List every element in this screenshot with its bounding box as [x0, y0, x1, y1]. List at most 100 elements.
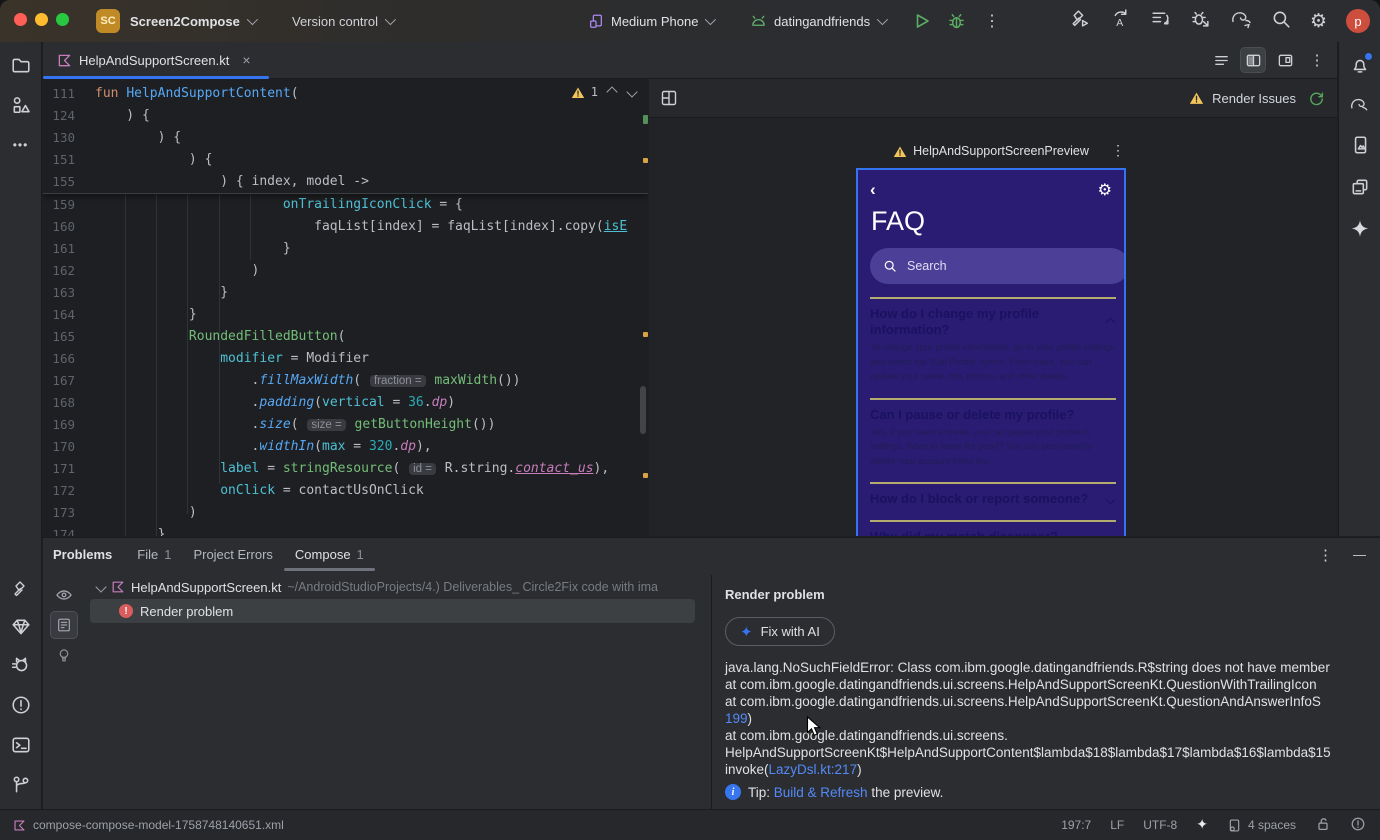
code-line-166[interactable]: 166 modifier = Modifier	[43, 348, 648, 370]
code-line-169[interactable]: 169 .size( size = getButtonHeight())	[43, 414, 648, 436]
code-line-171[interactable]: 171 label = stringResource( id = R.strin…	[43, 458, 648, 480]
code-editor[interactable]: 111 fun HelpAndSupportContent(124 ) {130 …	[43, 79, 648, 536]
code-line-111[interactable]: 111 fun HelpAndSupportContent(	[43, 83, 648, 105]
settings-gear-icon[interactable]: ⚙	[1310, 11, 1327, 31]
indent-setting[interactable]: 4 spaces	[1227, 818, 1296, 833]
faq-question[interactable]: How do I block or report someone?	[870, 491, 1116, 507]
code-line-168[interactable]: 168 .padding(vertical = 36.dp)	[43, 392, 648, 414]
preview-title-row[interactable]: HelpAndSupportScreenPreview	[856, 144, 1126, 158]
caret-position[interactable]: 197:7	[1061, 818, 1091, 832]
source-link[interactable]: LazyDsl.kt:217	[769, 762, 858, 777]
tab-file[interactable]: File 1	[137, 547, 171, 562]
build-tool-icon[interactable]	[6, 574, 36, 604]
editor-view-split-icon[interactable]	[1240, 47, 1266, 73]
statusbar-file[interactable]: compose-compose-model-1758748140651.xml	[0, 818, 284, 832]
faq-question[interactable]: Can I pause or delete my profile?	[870, 407, 1116, 423]
code-line-160[interactable]: 160 faqList[index] = faqList[index].copy…	[43, 216, 648, 238]
gradle-tool-icon[interactable]	[1345, 90, 1375, 120]
code-line-151[interactable]: 151 ) {	[43, 149, 648, 171]
code-line-170[interactable]: 170 .widthIn(max = 320.dp),	[43, 436, 648, 458]
tab-project-errors[interactable]: Project Errors	[193, 547, 272, 562]
device-manager-icon[interactable]	[1345, 172, 1375, 202]
expand-chevron-icon[interactable]	[95, 581, 107, 593]
settings-gear-icon[interactable]: ⚙	[1098, 180, 1112, 199]
preview-options-kebab[interactable]: ⋮	[1111, 142, 1125, 159]
back-chevron-icon[interactable]: ‹	[870, 181, 876, 198]
render-issues-label[interactable]: Render Issues	[1212, 91, 1296, 106]
preview-eye-icon[interactable]	[51, 582, 77, 608]
background-tasks-icon[interactable]	[1350, 816, 1366, 835]
code-line-155[interactable]: 155 ) { index, model ->	[43, 171, 648, 193]
quick-fix-bulb-icon[interactable]	[51, 642, 77, 668]
inspection-widget[interactable]: 1	[571, 85, 638, 99]
faq-question[interactable]: Why did my match disappear?	[870, 529, 1116, 536]
code-line-165[interactable]: 165 RoundedFilledButton(	[43, 326, 648, 348]
code-line-161[interactable]: 161 }	[43, 238, 648, 260]
source-link[interactable]: 199	[725, 711, 748, 726]
tool-window-title[interactable]: Problems	[53, 547, 112, 562]
code-line-159[interactable]: 159 onTrailingIconClick = {	[43, 194, 648, 216]
code-line-162[interactable]: 162 )	[43, 260, 648, 282]
preview-layout-grid-icon[interactable]	[660, 89, 678, 107]
faq-question[interactable]: How do I change my profile information?	[870, 306, 1116, 338]
logcat-icon[interactable]	[6, 650, 36, 680]
notifications-bell-icon[interactable]	[1345, 50, 1375, 80]
write-access-lock-icon[interactable]	[1315, 816, 1331, 835]
code-line-167[interactable]: 167 .fillMaxWidth( fraction = maxWidth()…	[43, 370, 648, 392]
details-panel-toggle-icon[interactable]	[50, 611, 78, 639]
preview-canvas[interactable]: HelpAndSupportScreenPreview ⋮ ‹ ⚙ FAQ Se…	[649, 118, 1337, 536]
tab-compose[interactable]: Compose 1	[283, 547, 375, 571]
fix-with-ai-button[interactable]: ✦ Fix with AI	[725, 617, 835, 646]
file-encoding[interactable]: UTF-8	[1143, 818, 1177, 832]
git-tool-icon[interactable]	[6, 770, 36, 800]
problem-row-selected[interactable]: ! Render problem	[90, 599, 695, 623]
preview-device-frame[interactable]: ‹ ⚙ FAQ Search How do I change my profil…	[856, 168, 1126, 536]
project-menu[interactable]: Screen2Compose	[130, 0, 258, 42]
build-refresh-link[interactable]: Build & Refresh	[774, 785, 868, 800]
faq-search-bar[interactable]: Search	[870, 248, 1124, 284]
close-window-button[interactable]	[14, 13, 27, 26]
apply-code-changes-icon[interactable]	[1150, 8, 1171, 34]
code-line-173[interactable]: 173 )	[43, 502, 648, 524]
avatar[interactable]: p	[1346, 9, 1370, 33]
minimize-window-button[interactable]	[35, 13, 48, 26]
code-line-163[interactable]: 163 }	[43, 282, 648, 304]
apply-changes-icon[interactable]: A	[1110, 8, 1131, 34]
build-and-run-icon[interactable]	[1070, 8, 1091, 34]
gradle-sync-icon[interactable]	[1230, 8, 1252, 34]
hide-panel-icon[interactable]: —	[1353, 547, 1366, 562]
debug-button[interactable]	[947, 0, 966, 42]
gemini-sparkle-icon[interactable]	[1345, 214, 1375, 244]
editor-scrollbar[interactable]	[640, 386, 646, 434]
attach-debugger-icon[interactable]	[1190, 8, 1211, 34]
code-line-130[interactable]: 130 ) {	[43, 127, 648, 149]
refresh-icon[interactable]	[1308, 90, 1325, 107]
code-line-174[interactable]: 174 }	[43, 524, 648, 536]
editor-view-code-icon[interactable]	[1209, 48, 1233, 72]
code-line-124[interactable]: 124 ) {	[43, 105, 648, 127]
run-configuration-selector[interactable]: datingandfriends	[750, 0, 889, 42]
problems-tool-icon[interactable]	[6, 690, 36, 720]
line-separator[interactable]: LF	[1110, 818, 1124, 832]
app-quality-insights-icon[interactable]	[6, 612, 36, 642]
ai-status-sparkle-icon[interactable]: ✦	[1196, 817, 1208, 833]
editor-view-design-icon[interactable]	[1273, 48, 1297, 72]
tab-options-kebab[interactable]: ⋮	[1305, 48, 1329, 72]
running-devices-icon[interactable]	[1345, 130, 1375, 160]
more-tool-windows-icon[interactable]: •••	[6, 130, 36, 160]
stack-trace[interactable]: java.lang.NoSuchFieldError: Class com.ib…	[725, 659, 1380, 778]
device-selector[interactable]: Medium Phone	[588, 0, 717, 42]
project-tool-icon[interactable]	[6, 50, 36, 80]
run-button[interactable]	[913, 0, 931, 42]
code-line-164[interactable]: 164 }	[43, 304, 648, 326]
zoom-window-button[interactable]	[56, 13, 69, 26]
version-control-menu[interactable]: Version control	[292, 0, 397, 42]
panel-options-kebab[interactable]: ⋮	[1318, 546, 1333, 564]
problem-file-row[interactable]: HelpAndSupportScreen.kt ~/AndroidStudioP…	[83, 575, 710, 599]
more-actions-kebab[interactable]: ⋮	[984, 0, 1000, 42]
search-everywhere-icon[interactable]	[1271, 9, 1291, 34]
prev-issue-icon[interactable]	[606, 86, 618, 98]
resource-manager-icon[interactable]	[6, 90, 36, 120]
code-line-172[interactable]: 172 onClick = contactUsOnClick	[43, 480, 648, 502]
terminal-tool-icon[interactable]	[6, 730, 36, 760]
